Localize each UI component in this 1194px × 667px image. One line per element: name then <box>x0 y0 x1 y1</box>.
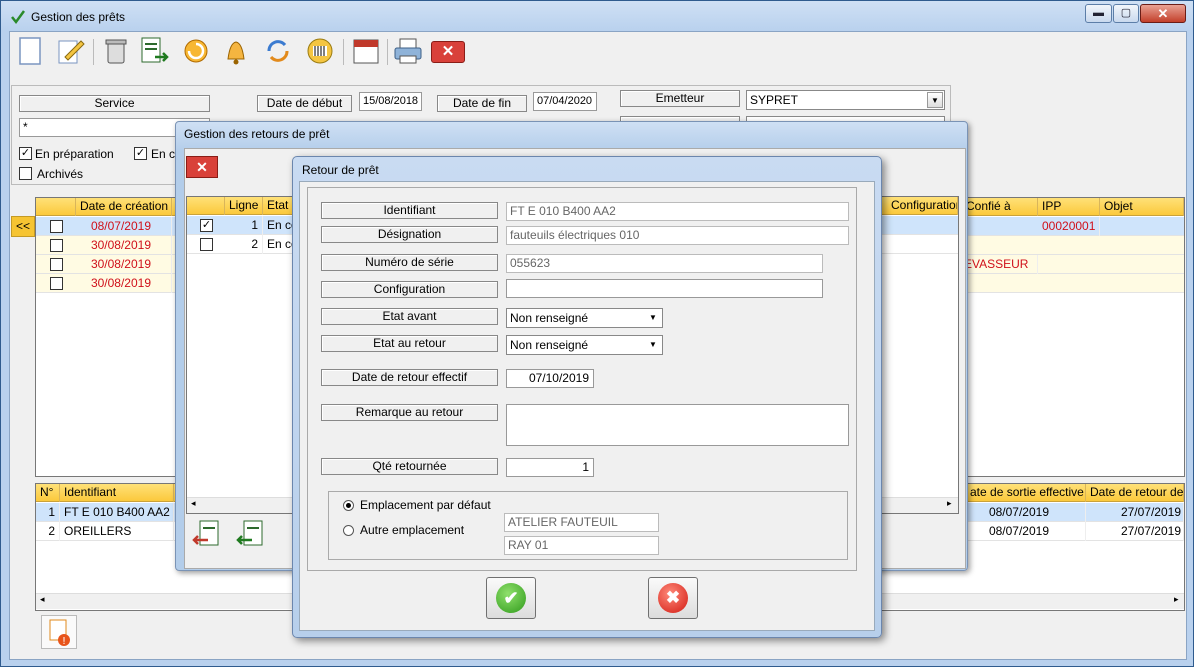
ok-button[interactable]: ✔ <box>486 577 536 619</box>
date-retour-input[interactable]: 07/10/2019 <box>506 369 594 388</box>
refresh-icon[interactable] <box>261 35 295 67</box>
print-icon[interactable] <box>391 35 425 67</box>
returns-dialog-title: Gestion des retours de prêt <box>184 127 330 141</box>
en-preparation-checkbox[interactable]: ✓ <box>19 147 32 160</box>
emetteur-label: Emetteur <box>620 90 740 107</box>
identifiant-label: Identifiant <box>321 202 498 219</box>
col-n[interactable]: N° <box>36 484 60 502</box>
collapse-button[interactable]: << <box>11 216 35 237</box>
col-identifiant[interactable]: Identifiant <box>60 484 174 502</box>
col-objet[interactable]: Objet <box>1100 198 1184 216</box>
cancel-button[interactable]: ✖ <box>648 577 698 619</box>
en-cours-checkbox[interactable]: ✓ <box>134 147 147 160</box>
date-fin-label: Date de fin <box>437 95 527 112</box>
col-confie[interactable]: Confié à <box>962 198 1038 216</box>
etat-avant-select[interactable]: Non renseigné ▼ <box>506 308 663 328</box>
etat-avant-label: Etat avant <box>321 308 498 325</box>
archives-checkbox[interactable] <box>19 167 32 180</box>
scroll-right-icon[interactable]: ▸ <box>947 498 952 509</box>
emplacement-group: Emplacement par défaut Autre emplacement… <box>328 491 848 560</box>
edit-icon[interactable] <box>53 35 87 67</box>
en-preparation-label: En préparation <box>35 147 114 161</box>
emetteur-value: SYPRET <box>750 93 799 107</box>
remove-line-icon[interactable] <box>192 518 224 550</box>
qte-input[interactable]: 1 <box>506 458 594 477</box>
scroll-right-icon[interactable]: ▸ <box>1174 594 1179 605</box>
empl-input-2[interactable]: RAY 01 <box>504 536 659 555</box>
svg-text:!: ! <box>62 636 66 647</box>
bell-icon[interactable] <box>219 35 253 67</box>
window-title: Gestion des prêts <box>31 10 126 24</box>
minimize-button[interactable]: ▬ <box>1085 4 1112 23</box>
identifiant-input[interactable]: FT E 010 B400 AA2 <box>506 202 849 221</box>
add-line-icon[interactable] <box>236 518 268 550</box>
title-bar: Gestion des prêts ▬ ▢ ✕ <box>1 1 1193 31</box>
date-debut-label: Date de début <box>257 95 352 112</box>
trash-icon[interactable] <box>99 35 133 67</box>
emetteur-select[interactable]: SYPRET ▼ <box>746 90 945 110</box>
date-fin-input[interactable]: 07/04/2020 <box>533 92 597 111</box>
returns-close-icon[interactable]: ✕ <box>186 156 218 178</box>
col-date-sortie[interactable]: ate de sortie effective <box>966 484 1086 502</box>
chevron-down-icon: ▼ <box>927 92 943 108</box>
configuration-input[interactable] <box>506 279 823 298</box>
new-icon[interactable] <box>13 35 47 67</box>
autre-empl-label: Autre emplacement <box>360 523 465 537</box>
scroll-left-icon[interactable]: ◂ <box>40 594 45 605</box>
qte-label: Qté retournée <box>321 458 498 475</box>
date-debut-input[interactable]: 15/08/2018 <box>359 92 422 111</box>
archives-label: Archivés <box>37 167 84 181</box>
cancel-x-icon: ✖ <box>658 583 688 613</box>
empl-input-1[interactable]: ATELIER FAUTEUIL <box>504 513 659 532</box>
col-ligne[interactable]: Ligne <box>225 197 263 215</box>
designation-input[interactable]: fauteuils électriques 010 <box>506 226 849 245</box>
serie-input[interactable]: 055623 <box>506 254 823 273</box>
return-form-panel: Identifiant FT E 010 B400 AA2 Désignatio… <box>307 187 857 571</box>
empl-defaut-label: Emplacement par défaut <box>360 498 491 512</box>
barcode-icon[interactable] <box>303 35 337 67</box>
remarque-label: Remarque au retour <box>321 404 498 421</box>
scroll-left-icon[interactable]: ◂ <box>191 498 196 509</box>
app-check-icon <box>10 9 26 25</box>
col-date-creation[interactable]: Date de création <box>76 198 172 216</box>
check-icon: ✔ <box>496 583 526 613</box>
maximize-button[interactable]: ▢ <box>1113 4 1139 23</box>
remarque-textarea[interactable] <box>506 404 849 446</box>
col-date-retour[interactable]: Date de retour dem <box>1086 484 1184 502</box>
col-configuration[interactable]: Configuration <box>887 197 958 215</box>
return-form-dialog: Retour de prêt Identifiant FT E 010 B400… <box>292 156 882 638</box>
etat-retour-label: Etat au retour <box>321 335 498 352</box>
designation-label: Désignation <box>321 226 498 243</box>
serie-label: Numéro de série <box>321 254 498 271</box>
date-retour-label: Date de retour effectif <box>321 369 498 386</box>
toolbar-close-icon[interactable]: ✕ <box>431 41 465 63</box>
export-icon[interactable] <box>137 35 171 67</box>
configuration-label: Configuration <box>321 281 498 298</box>
col-ipp[interactable]: IPP <box>1038 198 1100 216</box>
chevron-down-icon: ▼ <box>649 313 657 322</box>
service-label: Service <box>19 95 210 112</box>
autre-empl-radio[interactable] <box>343 525 354 536</box>
return-icon[interactable] <box>179 35 213 67</box>
alert-document-icon[interactable]: ! <box>41 615 77 649</box>
empl-defaut-radio[interactable] <box>343 500 354 511</box>
calendar-icon[interactable] <box>349 35 383 67</box>
chevron-down-icon: ▼ <box>649 340 657 349</box>
etat-retour-select[interactable]: Non renseigné ▼ <box>506 335 663 355</box>
window-close-button[interactable]: ✕ <box>1140 4 1186 23</box>
return-form-title: Retour de prêt <box>302 163 379 177</box>
